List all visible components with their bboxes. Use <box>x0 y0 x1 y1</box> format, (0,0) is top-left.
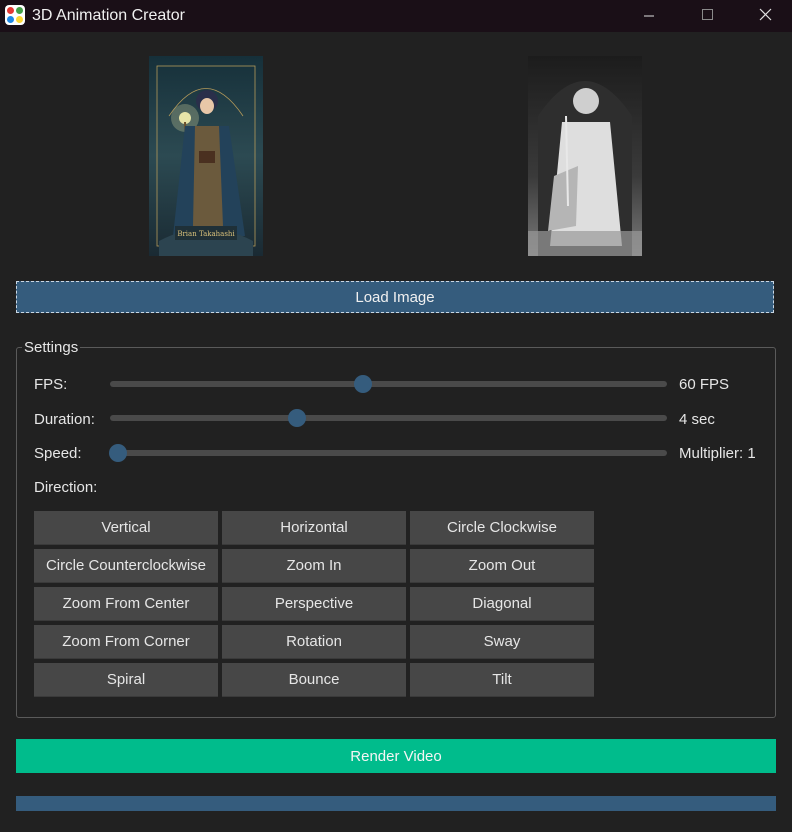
close-icon[interactable] <box>742 0 788 32</box>
direction-button-bounce[interactable]: Bounce <box>222 663 406 697</box>
direction-button-zoom-out[interactable]: Zoom Out <box>410 549 594 583</box>
direction-button-diagonal[interactable]: Diagonal <box>410 587 594 621</box>
render-video-button[interactable]: Render Video <box>16 739 776 773</box>
direction-button-zoom-from-center[interactable]: Zoom From Center <box>34 587 218 621</box>
duration-label: Duration: <box>34 411 95 428</box>
app-icon <box>5 5 25 25</box>
direction-button-circle-counterclockwise[interactable]: Circle Counterclockwise <box>34 549 218 583</box>
depth-map-image <box>528 56 642 256</box>
progress-bar-fill <box>16 796 776 811</box>
speed-slider[interactable] <box>109 444 667 462</box>
duration-value: 4 sec <box>679 411 715 428</box>
direction-button-spiral[interactable]: Spiral <box>34 663 218 697</box>
minimize-icon[interactable] <box>626 0 672 32</box>
direction-button-horizontal[interactable]: Horizontal <box>222 511 406 545</box>
fps-value: 60 FPS <box>679 376 730 393</box>
title-bar: 3D Animation Creator <box>0 0 792 32</box>
settings-legend: Settings <box>22 339 81 356</box>
signature-text: Brian Takahashi <box>177 230 235 238</box>
direction-button-zoom-in[interactable]: Zoom In <box>222 549 406 583</box>
speed-label: Speed: <box>34 445 82 462</box>
direction-button-zoom-from-corner[interactable]: Zoom From Corner <box>34 625 218 659</box>
source-image: Brian Takahashi <box>149 56 263 256</box>
direction-button-perspective[interactable]: Perspective <box>222 587 406 621</box>
fps-slider[interactable] <box>110 375 667 393</box>
direction-button-vertical[interactable]: Vertical <box>34 511 218 545</box>
direction-button-sway[interactable]: Sway <box>410 625 594 659</box>
maximize-icon[interactable] <box>684 0 730 32</box>
direction-button-circle-clockwise[interactable]: Circle Clockwise <box>410 511 594 545</box>
direction-button-tilt[interactable]: Tilt <box>410 663 594 697</box>
duration-slider[interactable] <box>110 409 667 427</box>
duration-slider-thumb[interactable] <box>287 409 306 427</box>
progress-bar <box>16 796 776 811</box>
window-title: 3D Animation Creator <box>32 7 185 24</box>
direction-label: Direction: <box>34 479 98 496</box>
fps-label: FPS: <box>34 376 68 393</box>
load-image-button[interactable]: Load Image <box>16 281 774 313</box>
direction-button-rotation[interactable]: Rotation <box>222 625 406 659</box>
speed-value: Multiplier: 1 <box>679 445 756 462</box>
